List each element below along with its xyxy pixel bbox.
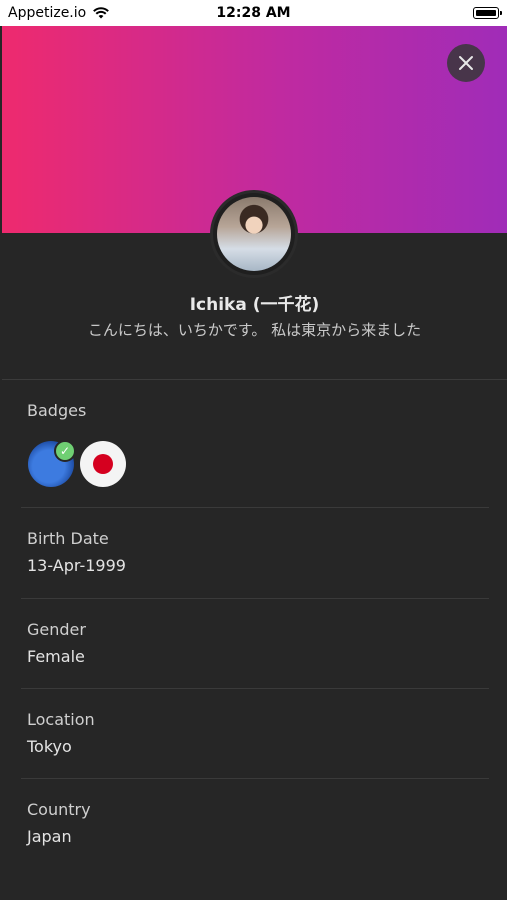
battery-icon: [473, 7, 502, 19]
profile-name: Ichika (一千花): [189, 295, 320, 315]
wifi-icon: [93, 7, 110, 19]
close-button[interactable]: [447, 44, 485, 82]
profile-screen: Ichika (一千花) こんにちは、いちかです。 私は東京から来ました Bad…: [2, 26, 507, 900]
profile-bio: こんにちは、いちかです。 私は東京から来ました: [87, 321, 422, 339]
divider: [21, 688, 489, 689]
gender-value: Female: [27, 647, 85, 666]
location-label: Location: [27, 710, 95, 729]
status-left: Appetize.io: [8, 5, 110, 21]
birth-date-value: 13-Apr-1999: [27, 556, 126, 575]
check-icon: ✓: [54, 440, 76, 462]
gender-label: Gender: [27, 620, 86, 639]
japan-flag-icon[interactable]: [80, 441, 126, 487]
status-bar: Appetize.io 12:28 AM: [0, 0, 507, 26]
divider: [21, 598, 489, 599]
avatar[interactable]: [210, 190, 298, 278]
avatar-photo: [217, 197, 291, 271]
divider: [21, 507, 489, 508]
badge-list: ✓: [28, 440, 126, 487]
divider: [2, 379, 507, 380]
close-icon: [459, 56, 473, 70]
divider: [21, 778, 489, 779]
country-value: Japan: [27, 827, 72, 846]
verified-badge-icon[interactable]: ✓: [28, 440, 76, 487]
country-label: Country: [27, 800, 91, 819]
japan-flag-circle: [93, 454, 113, 474]
birth-date-label: Birth Date: [27, 529, 109, 548]
location-value: Tokyo: [27, 737, 72, 756]
badges-label: Badges: [27, 401, 87, 420]
carrier-label: Appetize.io: [8, 5, 87, 21]
